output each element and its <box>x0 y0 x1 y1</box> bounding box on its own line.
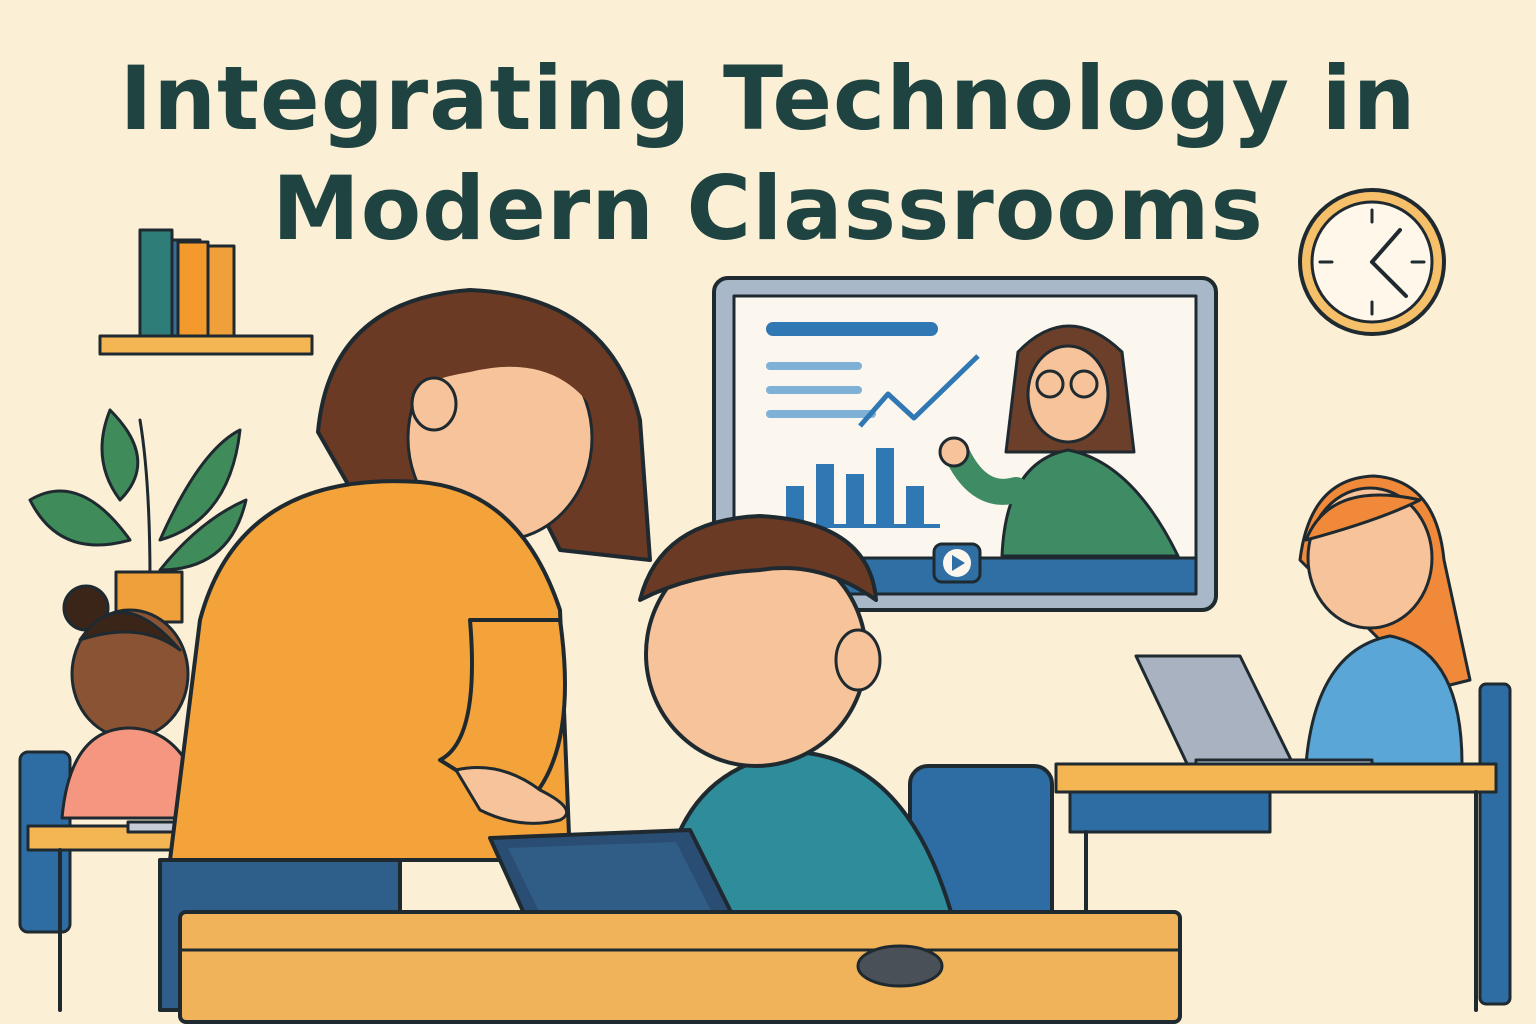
computer-mouse <box>856 944 944 988</box>
clock-icon <box>1298 188 1446 336</box>
illustration-scene: Integrating Technology in Modern Classro… <box>0 0 1536 1024</box>
wall-shelf <box>98 228 314 356</box>
center-desk <box>178 910 1182 1024</box>
play-icon <box>932 542 982 584</box>
classroom-illustration <box>18 188 1512 1024</box>
